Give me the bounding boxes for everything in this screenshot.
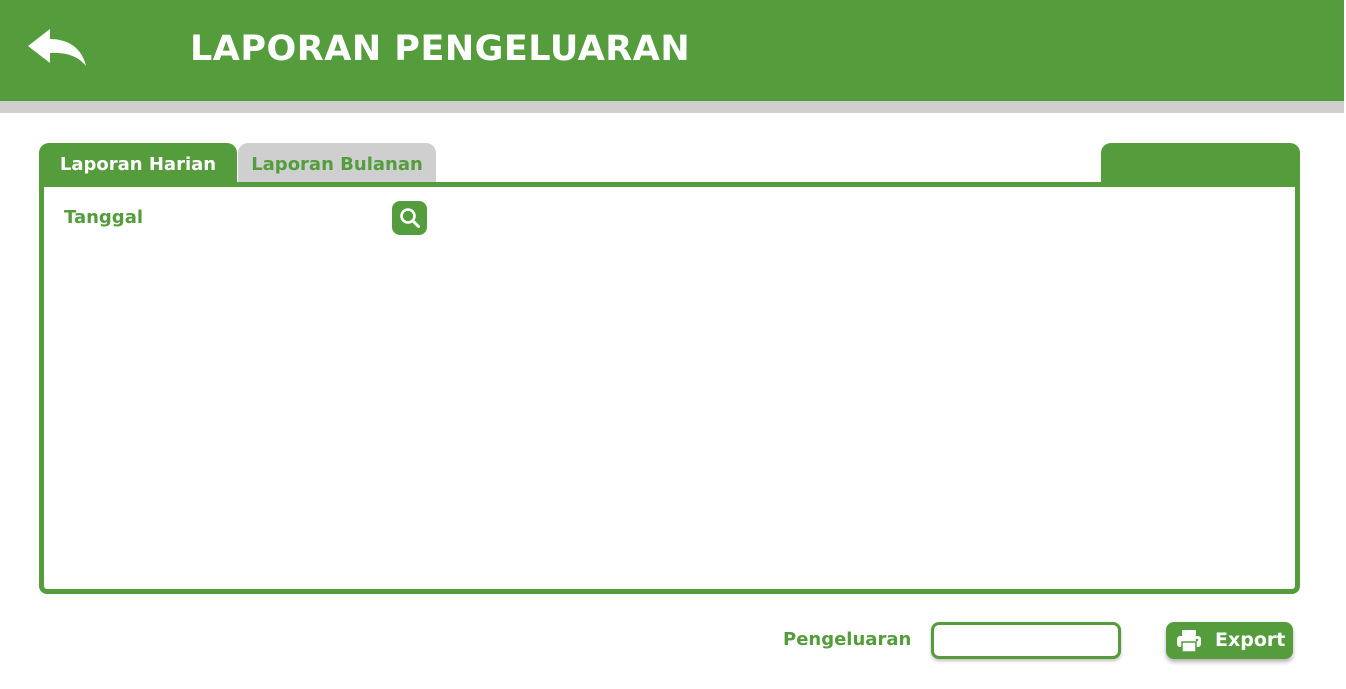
date-filter-label: Tanggal — [64, 207, 144, 228]
back-button[interactable] — [24, 26, 90, 72]
panel-corner-tab — [1101, 143, 1300, 183]
back-arrow-icon — [28, 29, 86, 66]
printer-icon — [1177, 630, 1201, 653]
tab-laporan-bulanan[interactable]: Laporan Bulanan — [238, 143, 436, 183]
report-panel — [39, 182, 1300, 594]
total-expense-label: Pengeluaran — [783, 629, 912, 650]
header-divider — [0, 101, 1344, 113]
total-expense-field[interactable] — [931, 622, 1121, 659]
export-label: Export — [1215, 629, 1286, 651]
tab-laporan-harian[interactable]: Laporan Harian — [39, 143, 237, 183]
search-icon — [400, 208, 420, 228]
export-button[interactable]: Export — [1166, 622, 1293, 659]
page-title: LAPORAN PENGELUARAN — [190, 29, 691, 69]
search-button[interactable] — [392, 201, 427, 235]
